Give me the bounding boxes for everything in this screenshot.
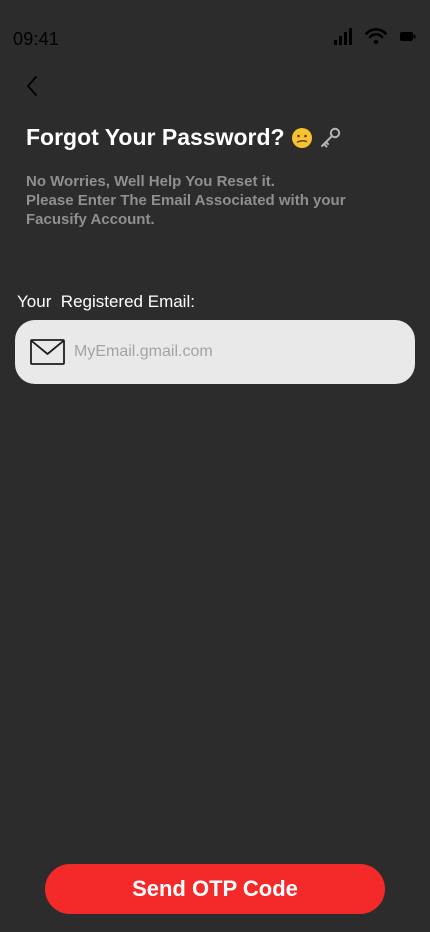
- back-button[interactable]: [18, 72, 46, 100]
- subtitle-line: Please Enter The Email Associated with y…: [26, 192, 346, 209]
- status-bar: 09:41: [0, 0, 430, 72]
- subtitle: No Worries, Well Help You Reset it. Plea…: [26, 172, 406, 229]
- wifi-icon: [365, 28, 387, 45]
- mail-icon: [30, 339, 65, 365]
- key-emoji-icon: [320, 127, 340, 147]
- status-time: 09:41: [13, 29, 60, 49]
- send-otp-button[interactable]: Send OTP Code: [45, 864, 385, 914]
- confused-face-emoji-icon: [291, 127, 312, 148]
- email-label: Your Registered Email:: [17, 292, 195, 311]
- chevron-left-icon: [27, 76, 37, 96]
- signal-icon: [334, 27, 352, 45]
- battery-icon: [400, 31, 416, 41]
- email-field[interactable]: [15, 320, 415, 384]
- status-icons: [334, 27, 416, 45]
- email-input[interactable]: [74, 343, 394, 361]
- page-title: Forgot Your Password?: [26, 124, 285, 150]
- subtitle-line: Facusify Account.: [26, 211, 155, 228]
- title-row: Forgot Your Password?: [26, 124, 341, 151]
- forgot-password-screen: 09:41 Forgot Your Password? No Worries, …: [0, 0, 430, 932]
- subtitle-line: No Worries, Well Help You Reset it.: [26, 173, 275, 190]
